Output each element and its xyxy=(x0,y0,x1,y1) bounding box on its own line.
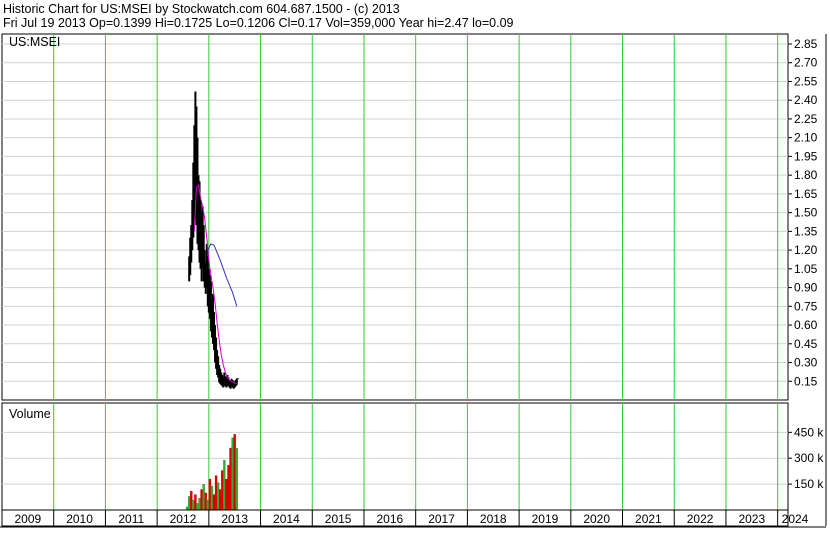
volume-bar xyxy=(194,494,197,510)
volume-bar xyxy=(229,447,232,510)
year-label: 2022 xyxy=(687,512,714,526)
price-plot-frame xyxy=(1,33,789,401)
year-label: 2016 xyxy=(376,512,403,526)
volume-tick-label: 150 k xyxy=(794,477,824,491)
volume-bar xyxy=(198,497,201,510)
year-label: 2015 xyxy=(325,512,352,526)
volume-bar xyxy=(216,482,220,510)
price-tick-label: 1.95 xyxy=(794,149,818,163)
price-tick-label: 1.35 xyxy=(794,224,818,238)
volume-tick-label: 300 k xyxy=(794,451,824,465)
volume-bar xyxy=(210,485,214,510)
year-label: 2010 xyxy=(66,512,93,526)
year-label: 2009 xyxy=(15,512,42,526)
volume-bar xyxy=(204,492,207,510)
price-tick-label: 0.75 xyxy=(794,299,818,313)
price-tick-label: 0.15 xyxy=(794,374,818,388)
year-label: 2017 xyxy=(428,512,455,526)
volume-bar xyxy=(223,459,226,510)
chart-header: Historic Chart for US:MSEI by Stockwatch… xyxy=(0,0,830,32)
year-label: 2012 xyxy=(170,512,197,526)
price-tick-label: 1.65 xyxy=(794,187,818,201)
stock-chart: 0.15 0.30 0.45 0.60 0.75 0.90 1.05 1.20 1.35 1.50… xyxy=(0,33,827,528)
year-label: 2024 xyxy=(782,512,809,526)
volume-bar xyxy=(221,470,224,510)
price-tick-label: 2.70 xyxy=(794,56,818,70)
volume-bar xyxy=(190,491,193,510)
price-tick-label: 0.90 xyxy=(794,281,818,295)
price-tick-label: 1.20 xyxy=(794,243,818,257)
volume-bar xyxy=(208,478,212,510)
quote-summary: Fri Jul 19 2013 Op=0.1399 Hi=0.1725 Lo=0… xyxy=(3,16,514,30)
year-label: 2021 xyxy=(635,512,662,526)
volume-bar xyxy=(202,484,205,510)
price-panel-label: US:MSEI xyxy=(9,35,60,49)
price-tick-label: 1.50 xyxy=(794,206,818,220)
year-label: 2020 xyxy=(583,512,610,526)
volume-bar xyxy=(212,494,216,510)
volume-bar xyxy=(219,489,222,510)
volume-bar xyxy=(225,478,228,510)
volume-bar xyxy=(185,506,189,510)
price-tick-label: 1.05 xyxy=(794,262,818,276)
volume-bar xyxy=(233,434,236,510)
price-tick-label: 0.30 xyxy=(794,356,818,370)
volume-bar xyxy=(187,496,191,510)
volume-panel: 150 k 300 k 450 k xyxy=(1,402,824,511)
year-label: 2011 xyxy=(118,512,144,526)
volume-bar xyxy=(227,465,230,510)
year-label: 2023 xyxy=(738,512,765,526)
volume-bar xyxy=(206,499,210,510)
volume-bar xyxy=(235,448,238,510)
price-tick-label: 2.40 xyxy=(794,93,818,107)
price-tick-label: 0.60 xyxy=(794,318,818,332)
volume-plot-frame xyxy=(1,402,789,511)
price-tick-label: 2.25 xyxy=(794,112,818,126)
price-tick-label: 1.80 xyxy=(794,168,818,182)
chart-title: Historic Chart for US:MSEI by Stockwatch… xyxy=(3,2,400,16)
volume-tick-label: 450 k xyxy=(794,425,824,439)
volume-bar xyxy=(214,475,218,510)
volume-bar xyxy=(231,437,234,510)
price-tick-label: 0.45 xyxy=(794,337,818,351)
year-axis: 2009 2010 2011 2012 2013 2014 2015 2016 2017 2018… xyxy=(0,509,826,528)
year-label: 2018 xyxy=(480,512,507,526)
price-tick-label: 2.55 xyxy=(794,74,818,88)
year-label: 2019 xyxy=(532,512,559,526)
volume-bar xyxy=(200,489,203,510)
price-tick-label: 2.85 xyxy=(794,37,818,51)
volume-bar xyxy=(192,499,195,510)
volume-panel-label: Volume xyxy=(9,407,51,421)
year-label: 2014 xyxy=(273,512,300,526)
price-tick-label: 2.10 xyxy=(794,131,818,145)
year-label: 2013 xyxy=(221,512,248,526)
volume-bar xyxy=(196,503,199,510)
